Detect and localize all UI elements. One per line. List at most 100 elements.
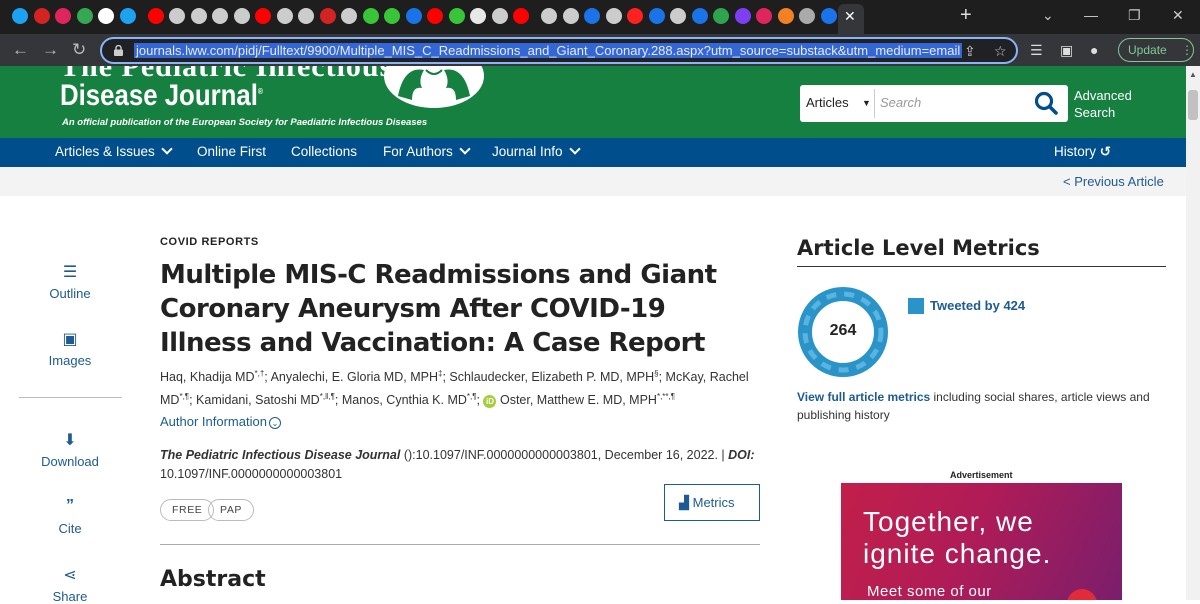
tab-favicon-icon[interactable] — [562, 8, 579, 24]
tab-favicon-icon[interactable] — [341, 8, 357, 24]
tab-favicon-icon[interactable] — [119, 8, 136, 24]
advertisement-banner[interactable]: Together, we ignite change. Meet some of… — [841, 483, 1122, 600]
tab-favicon-icon[interactable] — [627, 8, 643, 24]
tab-favicon-icon[interactable] — [734, 8, 751, 24]
tab-favicon-icon[interactable] — [147, 8, 164, 24]
tab-favicon-icon[interactable] — [255, 8, 271, 24]
rail-cite[interactable]: ” Cite — [20, 497, 120, 536]
tab-favicon-icon[interactable] — [820, 8, 837, 24]
tab-favicon-icon[interactable] — [298, 8, 314, 24]
main-nav: Articles & Issues Online First Collectio… — [0, 138, 1186, 167]
close-tab-icon[interactable]: ✕ — [844, 8, 856, 25]
journal-tagline: An official publication of the European … — [62, 117, 428, 128]
author-name[interactable]: Manos, Cynthia K. MD*,¶ — [342, 392, 477, 407]
tab-favicon-icon[interactable] — [491, 8, 508, 24]
author-name[interactable]: Anyalechi, E. Gloria MD, MPH‡ — [271, 369, 443, 384]
rail-outline[interactable]: ☰ Outline — [20, 262, 120, 301]
tab-favicon-icon[interactable] — [98, 8, 114, 24]
nav-journal-info[interactable]: Journal Info — [492, 143, 581, 159]
chevron-down-icon — [459, 143, 471, 155]
tab-favicon-icon[interactable] — [713, 8, 729, 24]
tab-favicon-icon[interactable] — [190, 8, 207, 24]
tab-favicon-icon[interactable] — [470, 8, 486, 24]
nav-label: Journal Info — [492, 144, 563, 159]
address-bar[interactable]: journals.lww.com/pidj/Fulltext/9900/Mult… — [100, 37, 1018, 64]
tab-favicon-icon[interactable] — [541, 8, 557, 24]
maximize-icon[interactable]: ❐ — [1128, 7, 1141, 24]
rail-share[interactable]: ⋖ Share — [20, 565, 120, 604]
tab-favicon-icon[interactable] — [33, 8, 50, 24]
author-name[interactable]: Kamidani, Satoshi MD*,‖,¶ — [196, 392, 335, 407]
update-label: Update — [1128, 43, 1167, 57]
orcid-icon[interactable]: iD — [483, 394, 497, 408]
dropdown-caret-icon[interactable]: ▼ — [862, 98, 871, 108]
previous-article-link[interactable]: < Previous Article — [1063, 174, 1164, 189]
author-name[interactable]: Schlaudecker, Elizabeth P. MD, MPH§ — [449, 369, 658, 384]
tab-favicon-icon[interactable] — [513, 8, 529, 24]
tab-favicon-icon[interactable] — [276, 8, 293, 24]
url-text[interactable]: journals.lww.com/pidj/Fulltext/9900/Mult… — [134, 43, 963, 58]
affiliation-marks: *,¶ — [466, 392, 477, 402]
scrollbar-thumb[interactable] — [1188, 90, 1198, 120]
author-name[interactable]: Oster, Matthew E. MD, MPH*,**,¶ — [500, 392, 675, 407]
tab-favicon-icon[interactable] — [756, 8, 772, 24]
tab-favicon-icon[interactable] — [76, 8, 93, 24]
chevron-down-icon — [161, 143, 173, 155]
search-input[interactable]: Search — [880, 95, 921, 110]
tweeted-by-link[interactable]: Tweeted by 424 — [930, 298, 1025, 313]
tab-favicon-icon[interactable] — [384, 8, 400, 24]
tab-favicon-icon[interactable] — [427, 8, 443, 24]
scroll-up-arrow-icon[interactable]: ▲ — [1189, 70, 1197, 79]
nav-history[interactable]: History ↺ — [1054, 144, 1111, 160]
tab-favicon-icon[interactable] — [362, 8, 379, 24]
tab-favicon-icon[interactable] — [169, 8, 185, 24]
tab-favicon-icon[interactable] — [584, 8, 600, 24]
tab-favicon-icon[interactable] — [233, 8, 250, 24]
tab-favicon-icon[interactable] — [799, 8, 815, 24]
nav-collections[interactable]: Collections — [291, 144, 357, 159]
tab-favicon-icon[interactable] — [777, 8, 794, 24]
nav-online-first[interactable]: Online First — [197, 144, 266, 159]
view-full-metrics-link[interactable]: View full article metrics — [797, 390, 930, 404]
tab-favicon-icon[interactable] — [55, 8, 71, 24]
metrics-button[interactable]: ▟ Metrics — [664, 484, 760, 521]
minimize-icon[interactable]: — — [1084, 7, 1098, 23]
tab-search-icon[interactable]: ⌄ — [1042, 7, 1054, 24]
journal-name-line2[interactable]: Disease Journal® — [60, 79, 263, 113]
rail-download[interactable]: ⬇ Download — [20, 430, 120, 469]
nav-articles-issues[interactable]: Articles & Issues — [55, 143, 173, 159]
bookmark-star-icon[interactable]: ☆ — [994, 43, 1007, 60]
search-scope-select[interactable]: Articles — [806, 95, 849, 110]
doi-value[interactable]: 10.1097/INF.0000000000003801 — [160, 467, 342, 481]
author-information-toggle[interactable]: Author Information ⌄ — [160, 414, 281, 429]
tab-favicon-icon[interactable] — [405, 8, 422, 24]
profile-avatar-icon[interactable]: ● — [1090, 42, 1098, 58]
tab-favicon-icon[interactable] — [691, 8, 708, 24]
tab-favicon-icon[interactable] — [670, 8, 686, 24]
window-close-icon[interactable]: ✕ — [1172, 7, 1184, 24]
side-panel-icon[interactable]: ▣ — [1060, 42, 1073, 59]
search-icon[interactable] — [1034, 91, 1058, 115]
advanced-search-link[interactable]: Advanced Search — [1074, 87, 1144, 121]
rail-images[interactable]: ▣ Images — [20, 329, 120, 368]
update-button[interactable]: Update ⋮ — [1118, 38, 1194, 62]
forward-icon[interactable]: → — [42, 40, 59, 60]
tab-favicon-icon[interactable] — [648, 8, 665, 24]
share-page-icon[interactable]: ⇪ — [964, 43, 976, 60]
registered-mark: ® — [257, 87, 263, 96]
journal-logo-icon[interactable] — [382, 66, 486, 110]
back-icon[interactable]: ← — [12, 40, 29, 60]
tab-favicon-icon[interactable] — [319, 8, 336, 24]
tab-favicon-icon[interactable] — [605, 8, 622, 24]
reading-list-icon[interactable]: ☰ — [1030, 42, 1043, 59]
reload-icon[interactable]: ↻ — [72, 40, 86, 60]
ad-arrow-button[interactable] — [1067, 589, 1097, 600]
page-scrollbar[interactable] — [1186, 66, 1200, 600]
tab-favicon-icon[interactable] — [448, 8, 465, 24]
tab-favicon-icon[interactable] — [212, 8, 228, 24]
tab-favicon-icon[interactable] — [12, 8, 28, 24]
browser-tab-strip: ✕ + ⌄ — ❐ ✕ — [0, 0, 1200, 34]
nav-for-authors[interactable]: For Authors — [383, 143, 471, 159]
new-tab-icon[interactable]: + — [960, 4, 972, 27]
author-name[interactable]: Haq, Khadija MD*,† — [160, 369, 264, 384]
